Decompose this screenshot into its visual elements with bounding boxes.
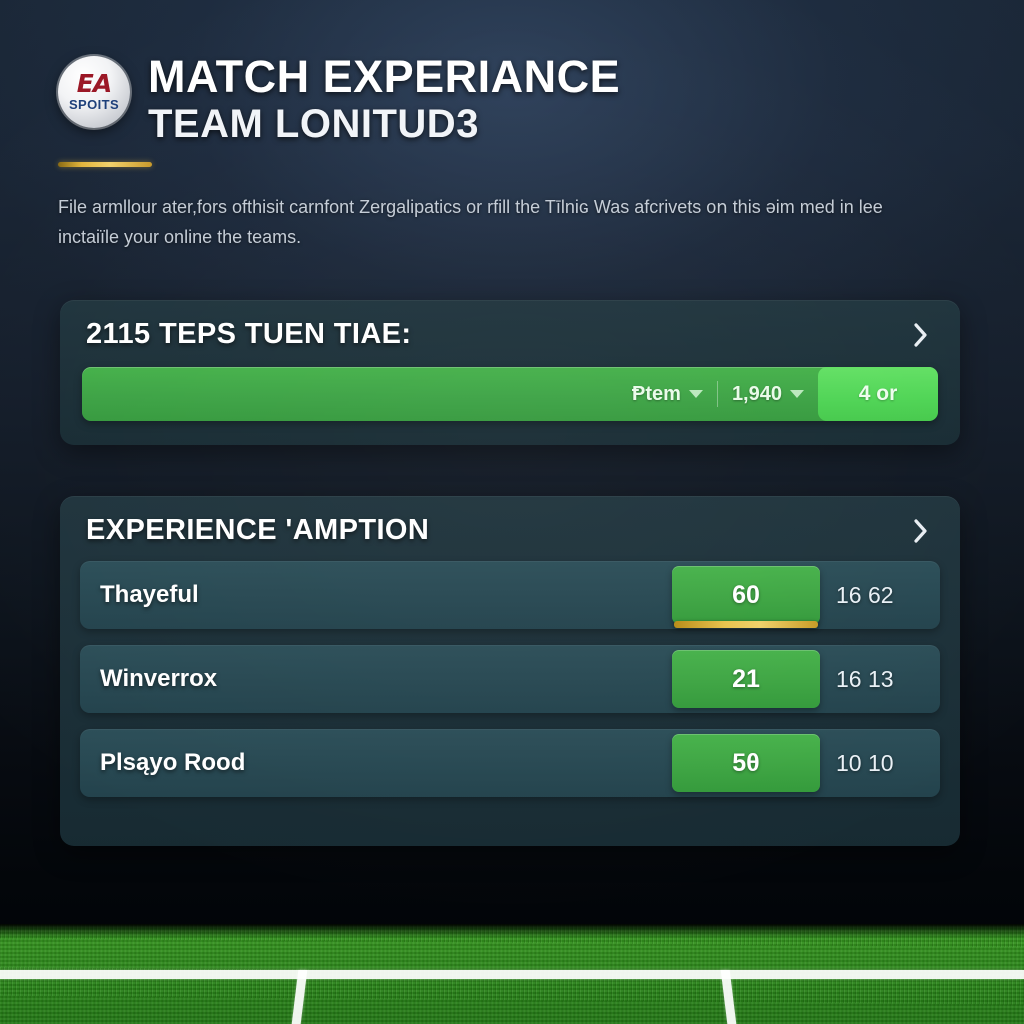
pitch-line-horizontal xyxy=(0,970,1024,979)
progress-card: 2115 TEPS TUEN TIAE: Ᵽtem 1,940 4 or xyxy=(60,300,960,445)
list-item[interactable]: Winverrox 21 16 13 xyxy=(80,645,940,713)
app-screen: EA SPOITS MATCH EXPERIANCE TEAM LONITUD3… xyxy=(0,0,1024,1024)
list-item-badge[interactable]: 60 xyxy=(672,566,820,628)
caret-down-icon[interactable] xyxy=(790,390,804,398)
progress-card-title: 2115 TEPS TUEN TIAE: xyxy=(86,318,412,350)
bar-dropdown-item[interactable]: Ᵽtem xyxy=(618,383,717,406)
logo-primary-text: EA xyxy=(76,69,112,99)
progress-bar-wrap: Ᵽtem 1,940 4 or xyxy=(60,351,960,421)
bar-dropdown-amount[interactable]: 1,940 xyxy=(718,383,818,406)
intro-paragraph: File аrmllour ater,fors ofthisit carnfon… xyxy=(58,197,883,248)
list-item-badge-value: 5θ xyxy=(732,748,760,777)
experience-card-title: EXPERIENCE 'AMPTION xyxy=(86,514,430,546)
list-item-name: Winverrox xyxy=(100,665,218,692)
list-item-badge-value: 60 xyxy=(732,580,760,609)
list-item-name: Plsąyo Rood xyxy=(100,749,246,776)
progress-card-header[interactable]: 2115 TEPS TUEN TIAE: xyxy=(60,300,960,351)
list-item-values: 10 10 xyxy=(836,749,894,776)
caret-down-icon[interactable] xyxy=(688,390,703,398)
list-item[interactable]: Thayeful 60 16 62 xyxy=(80,561,940,629)
football-pitch-background xyxy=(0,924,1024,1024)
experience-row-list: Thayeful 60 16 62 Winverrox 21 16 13 Pls… xyxy=(60,547,960,815)
list-item-badge[interactable]: 5θ xyxy=(672,734,820,792)
experience-list-card: EXPERIENCE 'AMPTION Thayeful 60 16 62 Wi… xyxy=(60,496,960,846)
page-title: MATCH EXPERIANCE xyxy=(148,51,621,102)
pitch-top-shadow xyxy=(0,924,1024,938)
list-item-badge-value: 21 xyxy=(732,664,760,693)
bar-action-chip-label: 4 or xyxy=(858,382,898,405)
progress-bar[interactable]: Ᵽtem 1,940 4 or xyxy=(82,367,938,421)
page-subtitle: TEAM LONITUD3 xyxy=(148,102,479,147)
page-header: EA SPOITS MATCH EXPERIANCE TEAM LONITUD3 xyxy=(58,51,958,168)
chevron-right-icon[interactable] xyxy=(908,322,934,348)
logo-secondary-text: SPOITS xyxy=(68,97,120,113)
list-item[interactable]: Plsąyo Rood 5θ 10 10 xyxy=(80,729,940,797)
ea-sports-badge-icon: EA SPOITS xyxy=(58,56,130,128)
bar-dropdown-item-label: Ᵽtem xyxy=(632,382,681,405)
list-item-values: 16 13 xyxy=(836,665,894,692)
list-item-name: Thayeful xyxy=(100,581,199,608)
list-item-values: 16 62 xyxy=(836,581,894,608)
experience-card-header[interactable]: EXPERIENCE 'AMPTION xyxy=(60,496,960,547)
title-accent-bar xyxy=(58,162,152,168)
chevron-right-icon[interactable] xyxy=(908,518,934,544)
list-item-badge[interactable]: 21 xyxy=(672,650,820,708)
bar-action-chip[interactable]: 4 or xyxy=(818,367,938,421)
bar-dropdown-amount-label: 1,940 xyxy=(731,382,782,405)
